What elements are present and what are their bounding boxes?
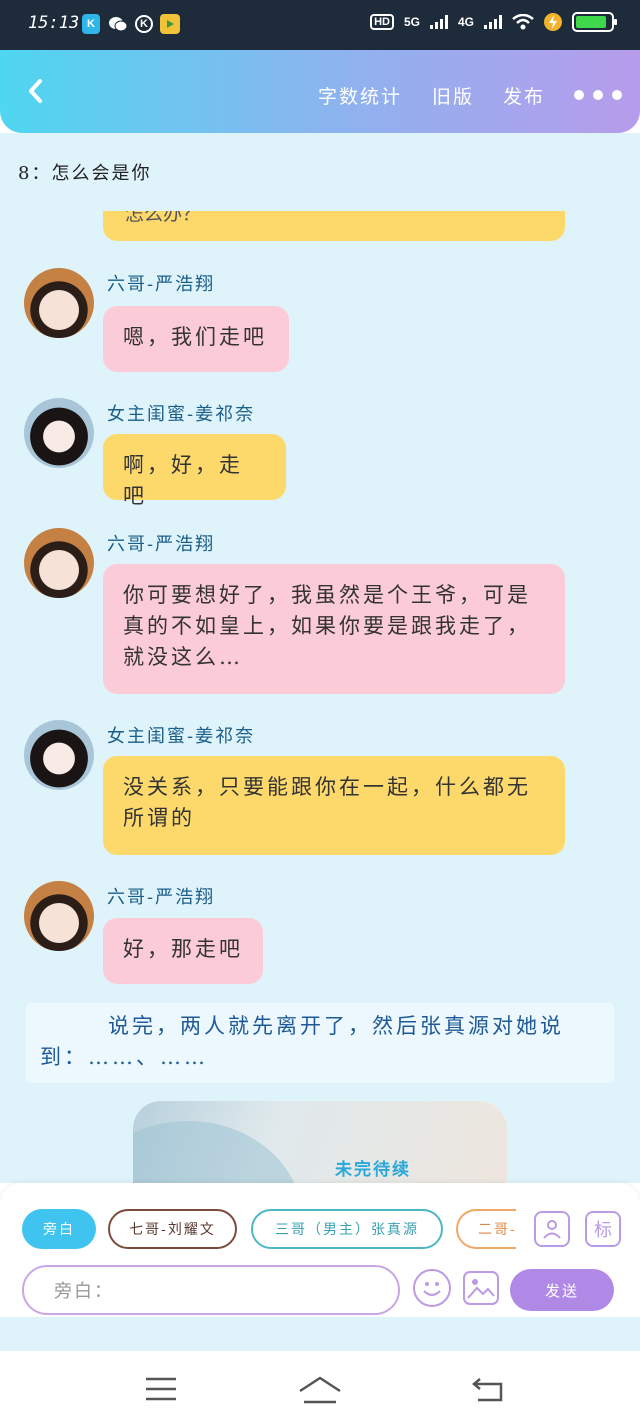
back-icon[interactable]	[472, 1375, 504, 1403]
image-icon[interactable]	[463, 1271, 499, 1305]
message-bubble[interactable]: 啊，好，走吧	[103, 434, 286, 508]
add-character-icon[interactable]	[534, 1211, 570, 1247]
status-bar: 15:13 K K HD 5G 4G	[0, 0, 640, 50]
signal-bars-icon	[429, 15, 448, 29]
app-k-circle-icon: K	[135, 15, 153, 33]
avatar[interactable]	[24, 268, 94, 338]
narration-block[interactable]: 说完，两人就先离开了，然后张真源对她说到：……、……	[26, 1003, 614, 1083]
story-image-card[interactable]: 未完待续	[133, 1101, 507, 1183]
character-chip-narrator[interactable]: 旁白	[22, 1209, 96, 1249]
image-decoration	[133, 1121, 303, 1183]
message-bubble-clipped[interactable]: 怎么办？	[103, 211, 565, 241]
charging-icon	[544, 13, 562, 31]
battery-icon	[572, 12, 617, 32]
avatar[interactable]	[24, 528, 94, 598]
avatar[interactable]	[24, 398, 94, 468]
word-count-button[interactable]: 字数统计	[318, 82, 402, 109]
app-k-icon: K	[82, 14, 100, 34]
character-chip-third-brother[interactable]: 三哥（男主）张真源	[251, 1209, 443, 1249]
home-icon[interactable]	[298, 1375, 342, 1405]
more-options-icon[interactable]	[574, 90, 622, 100]
character-chip-second-brother[interactable]: 二哥-	[456, 1209, 516, 1249]
message-bubble[interactable]: 好，那走吧	[103, 918, 263, 984]
chapter-title: 8：怎么会是你	[18, 163, 152, 184]
sender-name: 六哥-严浩翔	[107, 274, 216, 295]
network-4g-label: 4G	[457, 15, 474, 29]
sender-name: 女主闺蜜-姜祁奈	[107, 726, 256, 747]
character-chip-seventh-brother[interactable]: 七哥-刘耀文	[108, 1209, 237, 1249]
message-bubble[interactable]: 没关系，只要能跟你在一起，什么都无所谓的	[103, 756, 565, 855]
message-input[interactable]: 旁白：	[22, 1265, 400, 1315]
to-be-continued-caption: 未完待续	[335, 1160, 411, 1180]
network-5g-label: 5G	[403, 15, 420, 29]
sender-name: 女主闺蜜-姜祁奈	[107, 404, 256, 425]
signal-bars-icon-2	[484, 15, 502, 29]
message-bubble[interactable]: 你可要想好了，我虽然是个王爷，可是真的不如皇上，如果你要是跟我走了，就没这么…	[103, 564, 565, 694]
editor-header: 字数统计 旧版 发布	[0, 50, 640, 133]
system-nav-bar	[0, 1351, 640, 1427]
bottom-strip	[0, 1317, 640, 1351]
status-time: 15:13	[28, 13, 80, 33]
old-version-button[interactable]: 旧版	[432, 82, 474, 109]
sender-name: 六哥-严浩翔	[107, 534, 216, 555]
avatar[interactable]	[24, 881, 94, 951]
publish-button[interactable]: 发布	[503, 82, 545, 109]
sender-name: 六哥-严浩翔	[107, 887, 216, 908]
avatar[interactable]	[24, 720, 94, 790]
message-bubble[interactable]: 嗯，我们走吧	[103, 306, 289, 372]
message-composer: 旁白 七哥-刘耀文 三哥（男主）张真源 二哥- 标 旁白： 发送	[0, 1183, 640, 1317]
mark-button[interactable]: 标	[585, 1211, 621, 1247]
send-button[interactable]: 发送	[510, 1269, 614, 1311]
clipped-bubble-text: 怎么办？	[125, 211, 202, 225]
menu-icon[interactable]	[146, 1375, 176, 1403]
back-arrow-icon[interactable]	[20, 74, 54, 108]
video-app-icon	[160, 14, 180, 34]
story-content[interactable]: 8：怎么会是你 怎么办？ 六哥-严浩翔 嗯，我们走吧 女主闺蜜-姜祁奈 啊，好，…	[0, 133, 640, 1183]
status-right-group: HD 5G 4G	[370, 12, 617, 32]
wifi-icon	[512, 14, 534, 30]
emoji-icon[interactable]	[413, 1269, 451, 1307]
hd-icon: HD	[370, 14, 394, 30]
wechat-icon	[108, 14, 128, 34]
